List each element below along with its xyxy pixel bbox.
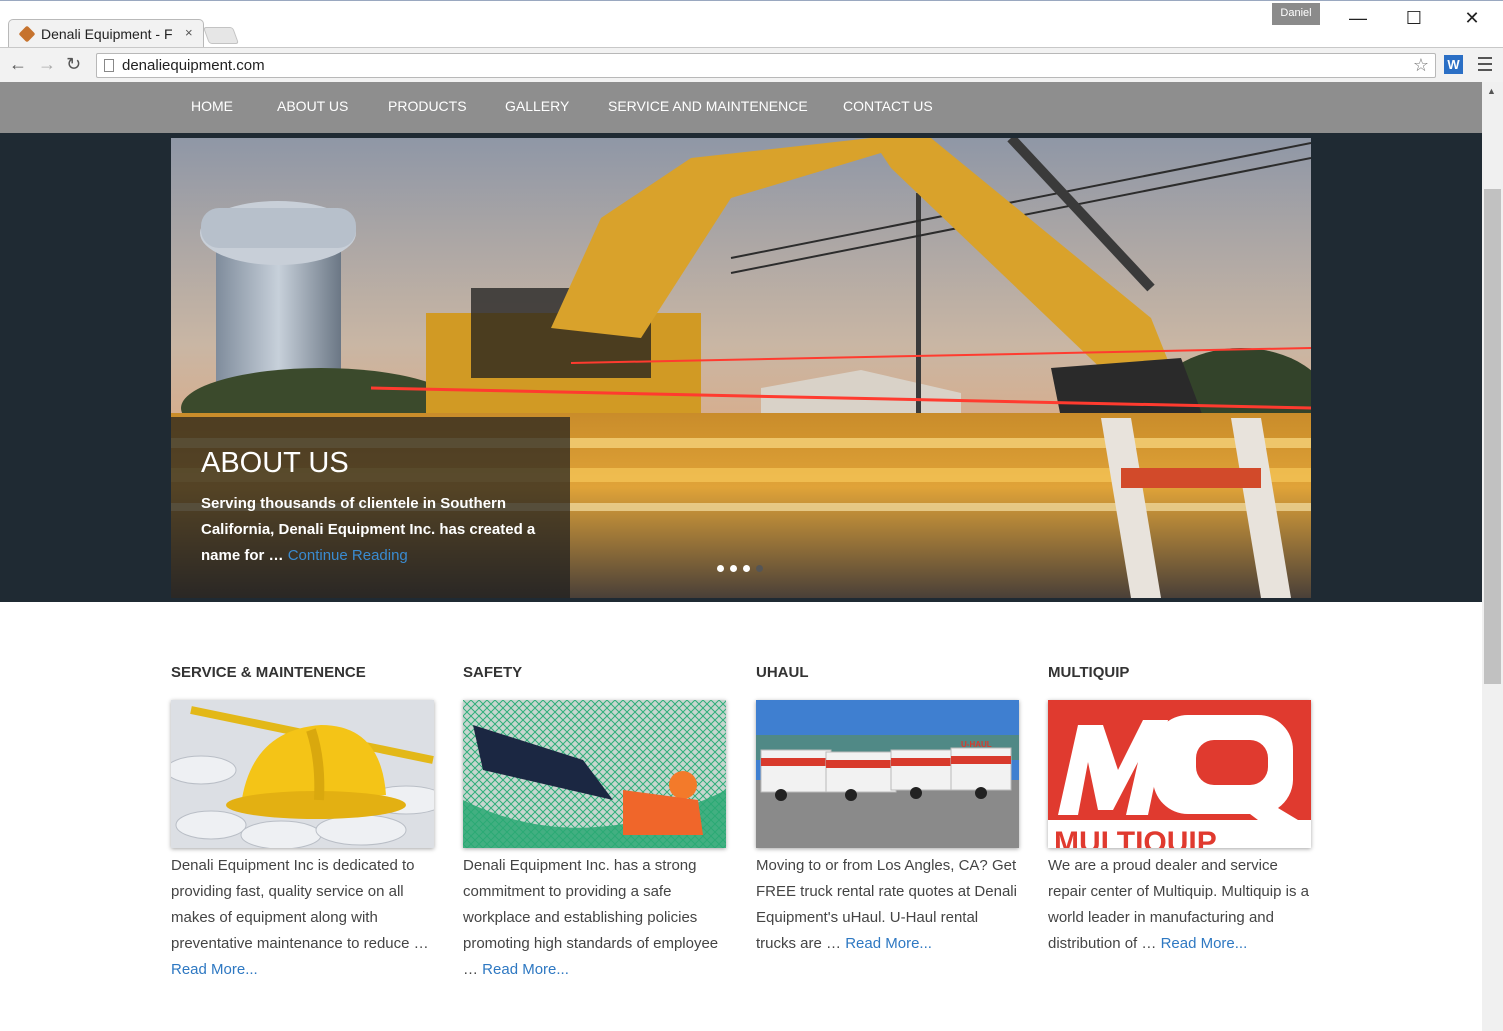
nav-products[interactable]: PRODUCTS: [388, 98, 467, 114]
card-text: Denali Equipment Inc is dedicated to pro…: [171, 853, 436, 983]
card-safety: SAFETY Denali Equipment Inc. has a stron…: [463, 664, 728, 978]
word-extension-icon[interactable]: W: [1444, 55, 1463, 74]
bookmark-star-icon[interactable]: ☆: [1413, 55, 1429, 76]
address-bar[interactable]: denaliequipment.com ☆: [96, 53, 1436, 78]
card-title: UHAUL: [756, 664, 809, 681]
slider-dot[interactable]: [730, 565, 737, 572]
favicon-icon: [18, 25, 36, 43]
site-navigation: HOME ABOUT US PRODUCTS GALLERY SERVICE A…: [0, 82, 1482, 133]
card-title: SERVICE & MAINTENENCE: [171, 664, 366, 681]
read-more-link[interactable]: Read More...: [1161, 935, 1248, 952]
vertical-scrollbar[interactable]: ▲: [1482, 82, 1503, 1031]
nav-about-us[interactable]: ABOUT US: [277, 98, 348, 114]
tab-title: Denali Equipment - F: [41, 26, 173, 42]
hero-caption: ABOUT US Serving thousands of clientele …: [171, 417, 570, 598]
page-icon: [104, 59, 114, 72]
hero-slider: ABOUT US Serving thousands of clientele …: [171, 138, 1311, 598]
multiquip-logo-image[interactable]: MULTIQUIP: [1048, 700, 1311, 848]
uhaul-logo-text: U-HAUL: [961, 740, 992, 749]
nav-contact-us[interactable]: CONTACT US: [843, 98, 933, 114]
tab-close-icon[interactable]: ×: [185, 25, 193, 40]
slider-dot[interactable]: [756, 565, 763, 572]
slider-dots: [717, 559, 769, 577]
card-service-maintenence: SERVICE & MAINTENENCE Denali Equipment I…: [171, 664, 436, 978]
card-text: Denali Equipment Inc. has a strong commi…: [463, 853, 728, 983]
reload-icon[interactable]: ↻: [66, 54, 81, 75]
read-more-link[interactable]: Read More...: [845, 935, 932, 952]
new-tab-button[interactable]: [202, 27, 240, 44]
window-close-icon[interactable]: ✕: [1452, 7, 1492, 29]
multiquip-wordmark: MULTIQUIP: [1054, 826, 1217, 848]
card-title: MULTIQUIP: [1048, 664, 1130, 681]
slider-dot[interactable]: [743, 565, 750, 572]
safety-net-image[interactable]: [463, 700, 726, 848]
card-uhaul: UHAUL U-HAUL Moving to or from Los Angle…: [756, 664, 1021, 952]
card-title: SAFETY: [463, 664, 523, 681]
browser-toolbar: ← → ↻ denaliequipment.com ☆ W: [0, 47, 1503, 83]
nav-gallery[interactable]: GALLERY: [505, 98, 569, 114]
url-text[interactable]: denaliequipment.com: [122, 57, 265, 74]
card-multiquip: MULTIQUIP MULTIQUIP We are a proud deale…: [1048, 664, 1313, 952]
hero-text: Serving thousands of clientele in Southe…: [201, 491, 541, 569]
page-viewport: HOME ABOUT US PRODUCTS GALLERY SERVICE A…: [0, 82, 1482, 1031]
hard-hat-image[interactable]: [171, 700, 434, 848]
read-more-link[interactable]: Read More...: [171, 961, 258, 978]
uhaul-trucks-image[interactable]: U-HAUL: [756, 700, 1019, 848]
read-more-link[interactable]: Read More...: [482, 961, 569, 978]
nav-home[interactable]: HOME: [191, 98, 233, 114]
browser-tab[interactable]: Denali Equipment - F ×: [8, 19, 204, 47]
card-excerpt: Denali Equipment Inc. has a strong commi…: [463, 857, 719, 978]
continue-reading-link[interactable]: Continue Reading: [288, 547, 408, 564]
slider-dot[interactable]: [717, 565, 724, 572]
scroll-up-arrow-icon[interactable]: ▲: [1487, 86, 1496, 96]
forward-arrow-icon[interactable]: →: [38, 54, 56, 75]
nav-service-and-maintenence[interactable]: SERVICE AND MAINTENENCE: [608, 98, 808, 114]
chrome-menu-icon[interactable]: [1478, 57, 1492, 75]
tab-strip: Denali Equipment - F × Daniel — ☐ ✕: [0, 1, 1503, 47]
profile-button[interactable]: Daniel: [1272, 3, 1320, 25]
card-excerpt: Denali Equipment Inc is dedicated to pro…: [171, 857, 429, 952]
hero-title: ABOUT US: [201, 447, 349, 479]
maximize-icon[interactable]: ☐: [1394, 7, 1434, 29]
card-text: Moving to or from Los Angles, CA? Get FR…: [756, 853, 1021, 957]
browser-chrome: Denali Equipment - F × Daniel — ☐ ✕ ← → …: [0, 0, 1503, 83]
scrollbar-thumb[interactable]: [1484, 189, 1501, 684]
back-arrow-icon[interactable]: ←: [9, 54, 27, 75]
minimize-icon[interactable]: —: [1338, 7, 1378, 29]
card-text: We are a proud dealer and service repair…: [1048, 853, 1313, 957]
